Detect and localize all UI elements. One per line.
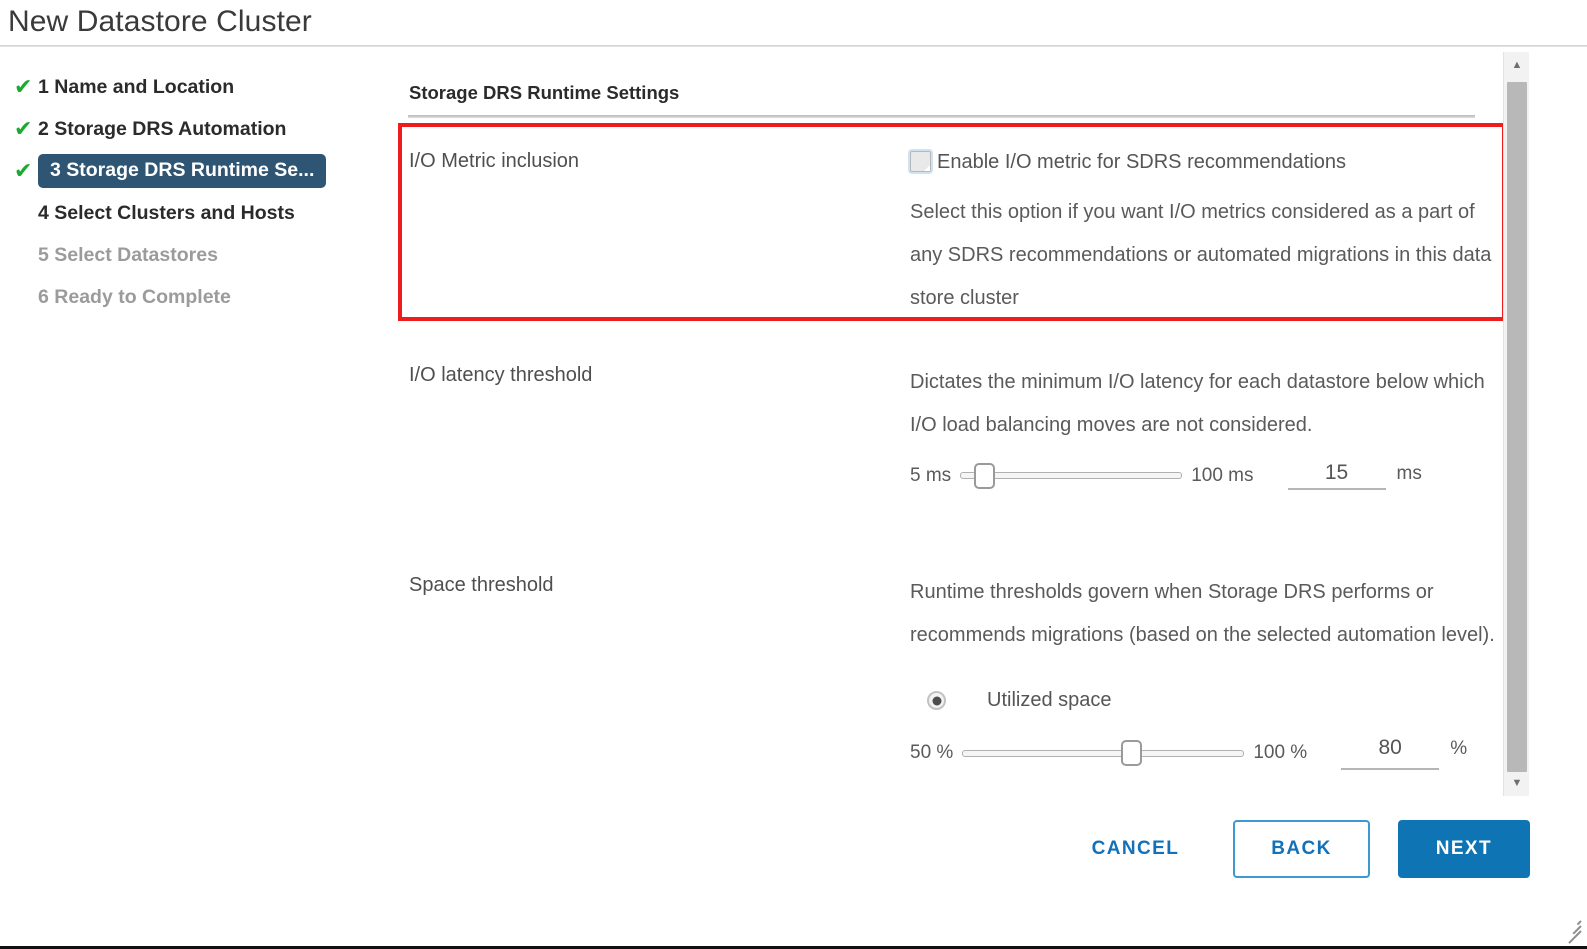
row-body: Dictates the minimum I/O latency for eac… bbox=[910, 361, 1506, 490]
row-io-latency-threshold: I/O latency threshold Dictates the minim… bbox=[398, 361, 1506, 490]
space-threshold-slider-row: 50 % 100 % 80 % bbox=[910, 736, 1506, 770]
space-threshold-value-input[interactable]: 80 bbox=[1341, 736, 1440, 770]
sidebar-item-label: 6 Ready to Complete bbox=[38, 285, 231, 308]
io-latency-description: Dictates the minimum I/O latency for eac… bbox=[910, 371, 1485, 436]
row-body: Runtime thresholds govern when Storage D… bbox=[910, 571, 1506, 770]
io-latency-slider-row: 5 ms 100 ms 15 ms bbox=[910, 461, 1506, 490]
row-label: I/O Metric inclusion bbox=[409, 150, 580, 172]
sidebar-item-storage-drs-automation[interactable]: ✔ 2 Storage DRS Automation bbox=[0, 108, 392, 150]
sidebar-item-label: 1 Name and Location bbox=[38, 75, 235, 98]
section-divider bbox=[408, 115, 1475, 118]
page-title: New Datastore Cluster bbox=[8, 5, 312, 38]
space-threshold-slider-handle[interactable] bbox=[1121, 740, 1143, 766]
cancel-button[interactable]: CANCEL bbox=[1070, 824, 1202, 874]
slider-max-label: 100 % bbox=[1253, 742, 1308, 763]
check-icon: ✔ bbox=[14, 74, 33, 99]
scrollbar-thumb[interactable] bbox=[1507, 82, 1527, 772]
sidebar-item-ready-to-complete[interactable]: 6 Ready to Complete bbox=[0, 276, 392, 318]
step-pill: 2 Storage DRS Automation bbox=[38, 118, 286, 141]
step-pill: 5 Select Datastores bbox=[38, 244, 218, 267]
sidebar-item-select-clusters-and-hosts[interactable]: 4 Select Clusters and Hosts bbox=[0, 192, 392, 234]
io-latency-unit-label: ms bbox=[1396, 463, 1422, 484]
next-button[interactable]: NEXT bbox=[1397, 820, 1530, 878]
space-threshold-value-field[interactable]: 80 % bbox=[1341, 736, 1467, 770]
wizard-footer: CANCEL BACK NEXT bbox=[1070, 820, 1530, 878]
sidebar-item-label: 5 Select Datastores bbox=[38, 243, 218, 266]
checkbox-unchecked-icon[interactable] bbox=[910, 151, 931, 172]
slider-min-label: 5 ms bbox=[910, 464, 952, 486]
sidebar-item-name-and-location[interactable]: ✔ 1 Name and Location bbox=[0, 66, 392, 108]
row-body: Enable I/O metric for SDRS recommendatio… bbox=[910, 147, 1506, 320]
sidebar-item-storage-drs-runtime-settings[interactable]: ✔ 3 Storage DRS Runtime Se... bbox=[0, 150, 392, 192]
space-threshold-unit-label: % bbox=[1450, 738, 1468, 759]
slider-min-label: 50 % bbox=[910, 742, 954, 763]
wizard-step-list: ✔ 1 Name and Location ✔ 2 Storage DRS Au… bbox=[0, 66, 392, 318]
step-pill: 6 Ready to Complete bbox=[38, 286, 231, 309]
space-threshold-description: Runtime thresholds govern when Storage D… bbox=[910, 581, 1495, 646]
title-divider bbox=[0, 45, 1587, 47]
enable-io-metric-checkbox-row[interactable]: Enable I/O metric for SDRS recommendatio… bbox=[910, 147, 1506, 177]
io-metric-description: Select this option if you want I/O metri… bbox=[910, 201, 1492, 309]
vertical-scrollbar[interactable]: ▲ ▼ bbox=[1503, 52, 1529, 796]
utilized-space-radio-row[interactable]: Utilized space bbox=[910, 679, 1506, 722]
check-icon: ✔ bbox=[14, 158, 33, 183]
io-latency-value-input[interactable]: 15 bbox=[1287, 461, 1386, 490]
row-io-metric-inclusion: I/O Metric inclusion Enable I/O metric f… bbox=[398, 147, 1506, 320]
sidebar-item-label: 3 Storage DRS Runtime Se... bbox=[50, 159, 315, 181]
step-pill: 4 Select Clusters and Hosts bbox=[38, 202, 295, 225]
row-label: Space threshold bbox=[409, 574, 554, 596]
radio-selected-icon[interactable] bbox=[927, 691, 946, 710]
radio-label: Utilized space bbox=[987, 689, 1112, 711]
io-latency-value-field[interactable]: 15 ms bbox=[1287, 461, 1422, 490]
settings-panel: Storage DRS Runtime Settings I/O Metric … bbox=[398, 66, 1506, 796]
sidebar-item-label: 4 Select Clusters and Hosts bbox=[38, 201, 295, 224]
sidebar-item-select-datastores[interactable]: 5 Select Datastores bbox=[0, 234, 392, 276]
row-label: I/O latency threshold bbox=[409, 364, 593, 386]
scroll-up-arrow-icon[interactable]: ▲ bbox=[1504, 52, 1530, 78]
slider-max-label: 100 ms bbox=[1191, 464, 1254, 486]
window-resize-grip[interactable] bbox=[1559, 914, 1582, 944]
scroll-down-arrow-icon[interactable]: ▼ bbox=[1504, 770, 1530, 796]
space-threshold-slider-track[interactable] bbox=[962, 740, 1245, 766]
step-pill: 1 Name and Location bbox=[38, 76, 234, 99]
checkbox-label: Enable I/O metric for SDRS recommendatio… bbox=[937, 151, 1347, 173]
step-pill: 3 Storage DRS Runtime Se... bbox=[38, 154, 327, 188]
row-space-threshold: Space threshold Runtime thresholds gover… bbox=[398, 571, 1506, 770]
check-icon: ✔ bbox=[14, 116, 33, 141]
section-title: Storage DRS Runtime Settings bbox=[409, 82, 680, 103]
back-button[interactable]: BACK bbox=[1233, 820, 1370, 878]
io-latency-slider-track[interactable] bbox=[960, 462, 1183, 489]
io-latency-slider-handle[interactable] bbox=[974, 462, 996, 489]
sidebar-item-label: 2 Storage DRS Automation bbox=[38, 117, 287, 140]
